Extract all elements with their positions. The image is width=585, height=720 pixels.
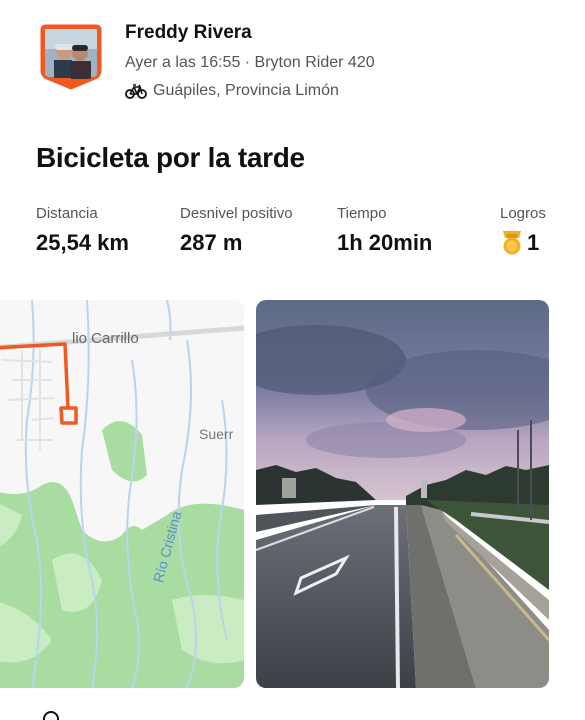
stat-time: Tiempo 1h 20min <box>337 205 432 256</box>
athlete-avatar[interactable] <box>40 22 102 90</box>
activity-title: Bicicleta por la tarde <box>36 142 305 173</box>
stat-distance-label: Distancia <box>36 205 98 222</box>
medal-icon <box>503 231 521 255</box>
activity-detail-page: Freddy Rivera Ayer a las 16:55 · Bryton … <box>0 0 585 720</box>
stat-elevation-label: Desnivel positivo <box>180 205 293 222</box>
stat-elevation-value: 287 m <box>180 230 243 255</box>
stat-distance-value: 25,54 km <box>36 230 129 255</box>
road-photo <box>256 300 549 688</box>
route-map[interactable] <box>0 300 244 688</box>
map-canvas <box>0 300 244 688</box>
bicycle-icon <box>125 84 147 99</box>
stat-time-value: 1h 20min <box>337 230 433 255</box>
stat-time-label: Tiempo <box>337 205 387 222</box>
user-icon <box>43 711 59 720</box>
stat-elevation: Desnivel positivo 287 m <box>180 205 293 256</box>
stat-achievements[interactable]: Logros 1 <box>500 205 546 256</box>
activity-header: Freddy Rivera Ayer a las 16:55 · Bryton … <box>0 0 585 120</box>
map-road-label: lio Carrillo <box>72 330 139 347</box>
location-text: Guápiles, Provincia Limón <box>153 82 339 99</box>
activity-photo[interactable] <box>256 300 549 688</box>
activity-timestamp-device: Ayer a las 16:55 · Bryton Rider 420 <box>125 54 375 71</box>
achievements-count: 1 <box>527 230 540 255</box>
stat-achievements-value-row: 1 <box>500 230 546 256</box>
location-row: Guápiles, Provincia Limón <box>125 82 339 100</box>
stat-distance: Distancia 25,54 km <box>36 205 129 256</box>
stat-achievements-label: Logros <box>500 205 546 222</box>
map-town-label: Suerr <box>199 426 234 442</box>
athlete-name[interactable]: Freddy Rivera <box>125 22 252 44</box>
avatar-image <box>40 24 102 90</box>
